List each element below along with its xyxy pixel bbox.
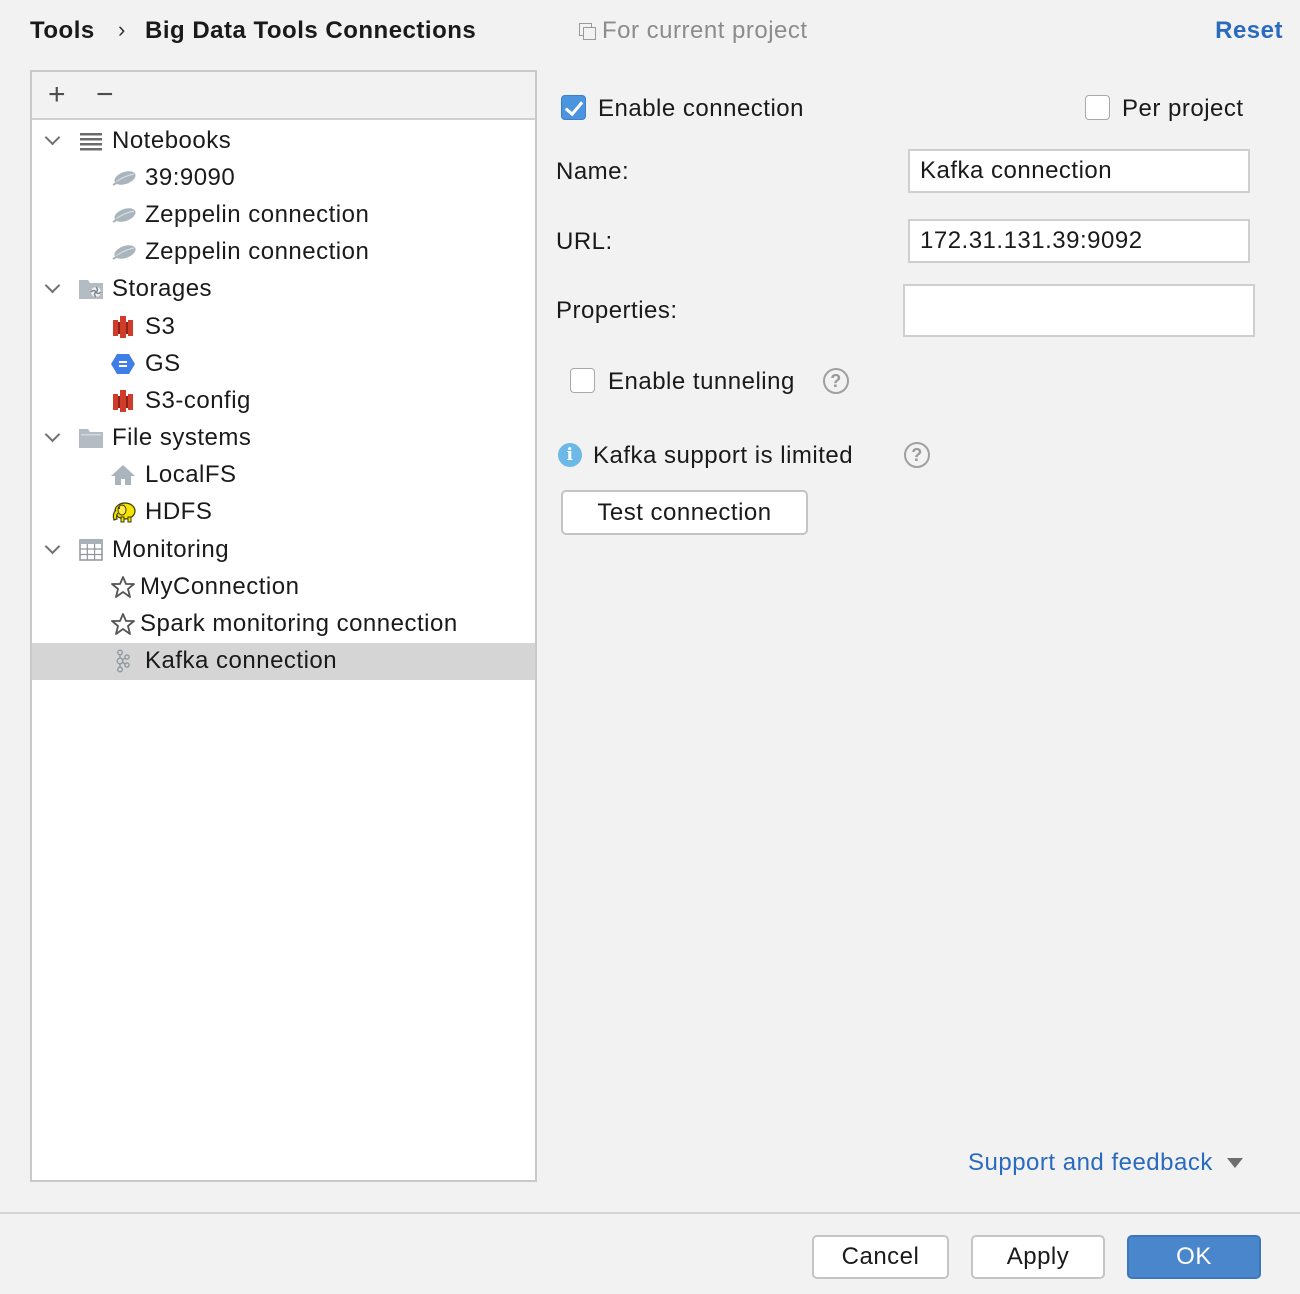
tree-group-file-systems[interactable]: File systems bbox=[32, 420, 535, 457]
tree-item[interactable]: LocalFS bbox=[32, 457, 535, 494]
info-icon: i bbox=[558, 443, 582, 467]
tree-item[interactable]: MyConnection bbox=[32, 568, 535, 605]
scope-indicator: For current project bbox=[578, 17, 808, 45]
tree-item-label: GS bbox=[145, 349, 181, 377]
header: Tools › Big Data Tools Connections For c… bbox=[0, 0, 1300, 64]
aws-s3-icon bbox=[113, 389, 133, 412]
chevron-down-icon[interactable] bbox=[44, 429, 62, 447]
tree-item-label: LocalFS bbox=[145, 461, 237, 489]
dropdown-triangle-icon bbox=[1226, 1158, 1243, 1168]
table-icon bbox=[79, 538, 103, 561]
tree-item[interactable]: S3 bbox=[32, 308, 535, 345]
tunneling-help-icon[interactable]: ? bbox=[823, 368, 849, 394]
tree-group-label: File systems bbox=[112, 424, 252, 452]
tree-group-label: Monitoring bbox=[112, 535, 230, 563]
tree-item-label: Zeppelin connection bbox=[145, 238, 370, 266]
scope-label: For current project bbox=[602, 17, 808, 44]
tree-item[interactable]: Zeppelin connection bbox=[32, 234, 535, 271]
tree-item-label: S3 bbox=[145, 312, 176, 340]
apply-button[interactable]: Apply bbox=[971, 1235, 1105, 1279]
tree-item[interactable]: S3-config bbox=[32, 382, 535, 419]
name-label: Name: bbox=[556, 158, 630, 185]
chevron-down-icon[interactable] bbox=[44, 280, 62, 298]
tree-item[interactable]: Zeppelin connection bbox=[32, 196, 535, 233]
folder-icon bbox=[79, 429, 103, 449]
tree-group-label: Storages bbox=[112, 275, 213, 303]
enable-connection-label[interactable]: Enable connection bbox=[598, 95, 804, 123]
kafka-icon bbox=[116, 649, 130, 673]
tree-item[interactable]: Spark monitoring connection bbox=[32, 605, 535, 642]
connections-tree: Notebooks 39:9090 Zeppelin connection Ze… bbox=[32, 120, 535, 680]
tree-item[interactable]: 39:9090 bbox=[32, 159, 535, 196]
url-label: URL: bbox=[556, 228, 613, 255]
kafka-limited-notice: Kafka support is limited bbox=[593, 442, 854, 469]
spark-star-icon bbox=[111, 575, 135, 598]
tree-item-label: S3-config bbox=[145, 386, 251, 414]
chevron-down-icon[interactable] bbox=[44, 132, 62, 150]
zeppelin-icon bbox=[112, 171, 136, 186]
remove-connection-button[interactable]: − bbox=[92, 80, 118, 110]
add-connection-button[interactable]: + bbox=[44, 80, 70, 110]
tree-item-label: 39:9090 bbox=[145, 163, 236, 191]
name-input[interactable]: Kafka connection bbox=[908, 149, 1250, 193]
tree-group-storages[interactable]: Storages bbox=[32, 271, 535, 308]
properties-label: Properties: bbox=[556, 297, 678, 324]
tree-toolbar: + − bbox=[32, 72, 535, 120]
tree-item-label: Zeppelin connection bbox=[145, 200, 370, 228]
ok-button[interactable]: OK bbox=[1127, 1235, 1261, 1279]
breadcrumb-tools[interactable]: Tools bbox=[30, 17, 95, 45]
hadoop-elephant-icon bbox=[112, 502, 136, 523]
per-project-label[interactable]: Per project bbox=[1122, 95, 1244, 123]
zeppelin-icon bbox=[112, 245, 136, 261]
tree-item[interactable]: GS bbox=[32, 345, 535, 382]
spark-star-icon bbox=[111, 613, 135, 635]
support-feedback-label: Support and feedback bbox=[968, 1149, 1213, 1176]
enable-tunneling-label[interactable]: Enable tunneling bbox=[608, 368, 795, 396]
enable-tunneling-checkbox[interactable] bbox=[570, 368, 595, 393]
storage-folder-icon bbox=[79, 280, 103, 300]
footer-divider bbox=[0, 1212, 1300, 1214]
reset-link[interactable]: Reset bbox=[1215, 17, 1283, 45]
breadcrumb-separator-icon: › bbox=[118, 17, 126, 42]
tree-item-label: Kafka connection bbox=[145, 647, 338, 675]
home-icon bbox=[111, 465, 135, 486]
tree-group-notebooks[interactable]: Notebooks bbox=[32, 122, 535, 159]
cancel-button[interactable]: Cancel bbox=[812, 1235, 949, 1279]
tree-item-label: HDFS bbox=[145, 498, 213, 526]
test-connection-button[interactable]: Test connection bbox=[561, 490, 808, 535]
tree-item-label: MyConnection bbox=[140, 572, 300, 600]
tree-item[interactable]: HDFS bbox=[32, 494, 535, 531]
page-title: Big Data Tools Connections bbox=[145, 17, 477, 44]
kafka-help-icon[interactable]: ? bbox=[904, 442, 930, 468]
tree-group-label: Notebooks bbox=[112, 126, 232, 154]
connections-tree-panel: + − Notebooks 39:9090 Zeppelin connectio… bbox=[30, 70, 537, 1182]
tree-item-selected[interactable]: Kafka connection bbox=[32, 642, 535, 680]
url-input[interactable]: 172.31.131.39:9092 bbox=[908, 219, 1250, 263]
per-project-checkbox[interactable] bbox=[1085, 95, 1110, 120]
support-feedback-link[interactable]: Support and feedback bbox=[968, 1149, 1243, 1177]
tree-group-monitoring[interactable]: Monitoring bbox=[32, 531, 535, 568]
chevron-down-icon[interactable] bbox=[44, 541, 62, 559]
google-storage-icon bbox=[111, 353, 135, 374]
enable-connection-checkbox[interactable] bbox=[561, 95, 586, 120]
project-scope-icon bbox=[578, 22, 596, 40]
properties-input[interactable] bbox=[903, 284, 1255, 337]
tree-item-label: Spark monitoring connection bbox=[140, 610, 458, 638]
zeppelin-icon bbox=[112, 208, 136, 223]
aws-s3-icon bbox=[113, 315, 133, 338]
notebook-list-icon bbox=[80, 132, 102, 151]
